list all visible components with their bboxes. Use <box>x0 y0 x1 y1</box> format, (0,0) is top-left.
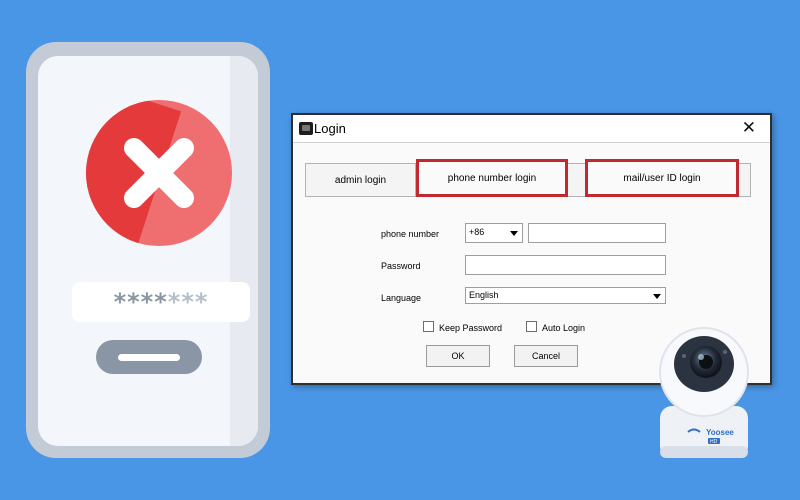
country-code-select[interactable]: +86 <box>465 223 523 243</box>
phone-illustration: **** *** <box>26 42 270 458</box>
password-mask-dark: **** <box>113 288 168 316</box>
close-icon[interactable]: ✕ <box>742 118 756 138</box>
title-bar: Login ✕ <box>293 115 770 143</box>
error-icon <box>86 100 232 246</box>
auto-login-checkbox[interactable] <box>526 321 537 332</box>
camera-brand-text: Yoosee <box>706 428 734 437</box>
phone-action-button <box>96 340 202 374</box>
app-icon <box>299 122 313 135</box>
password-label: Password <box>381 261 421 271</box>
language-value: English <box>469 290 499 300</box>
tab-mail-user-id-login[interactable]: mail/user ID login <box>585 159 739 197</box>
keep-password-label: Keep Password <box>439 323 503 333</box>
password-mask-light: *** <box>167 288 209 316</box>
chevron-down-icon <box>650 289 663 302</box>
dialog-title: Login <box>314 121 346 136</box>
camera-hd-badge: HD <box>710 439 718 445</box>
auto-login-label: Auto Login <box>542 323 586 333</box>
masked-password-field: **** *** <box>72 282 250 322</box>
phone-number-input[interactable] <box>528 223 666 243</box>
cross-icon <box>124 138 194 208</box>
language-label: Language <box>381 293 422 303</box>
language-select[interactable]: English <box>465 287 666 304</box>
cancel-button[interactable]: Cancel <box>514 345 578 367</box>
chevron-down-icon <box>507 226 520 240</box>
keep-password-checkbox[interactable] <box>423 321 434 332</box>
country-code-value: +86 <box>469 227 485 237</box>
camera-illustration: Yoosee HD <box>659 327 749 458</box>
tab-phone-number-login[interactable]: phone number login <box>416 159 568 197</box>
phone-screen: **** *** <box>38 56 258 446</box>
password-input[interactable] <box>465 255 666 275</box>
tab-admin-login[interactable]: admin login <box>306 163 416 197</box>
ok-button[interactable]: OK <box>426 345 490 367</box>
phone-number-label: phone number <box>381 229 440 239</box>
